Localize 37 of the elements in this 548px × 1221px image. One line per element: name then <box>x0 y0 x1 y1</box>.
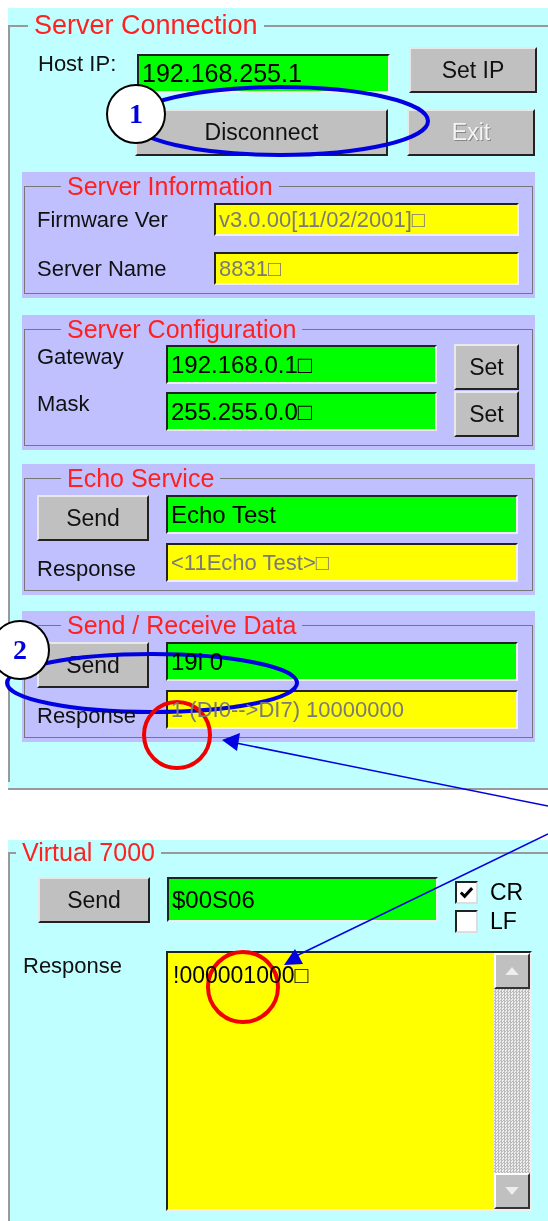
button[interactable]: Set IP <box>409 47 537 93</box>
field-label: Firmware Ver <box>37 208 169 231</box>
checkbox-label: CR <box>490 881 524 904</box>
scrollbar[interactable] <box>494 953 530 1209</box>
group-title: Virtual 7000 <box>21 840 156 865</box>
field-label: Gateway <box>37 346 125 368</box>
button[interactable]: Send <box>37 495 149 541</box>
group-title: Server Configuration <box>66 317 298 342</box>
text-field[interactable]: $00S06 <box>167 877 438 922</box>
field-label: Response <box>37 558 138 580</box>
text-field[interactable]: 255.255.0.0□ <box>166 392 437 431</box>
check-icon <box>459 885 474 900</box>
text-field[interactable]: <11Echo Test>□ <box>166 543 518 582</box>
scroll-down-button[interactable] <box>494 1173 530 1209</box>
group-title: Send / Receive Data <box>66 613 298 638</box>
text-field[interactable]: 8831□ <box>214 252 519 285</box>
field-label: Host IP: <box>38 53 118 75</box>
button[interactable]: Set <box>454 344 519 390</box>
checkbox[interactable] <box>455 881 478 904</box>
group-title: Server Connection <box>33 12 259 39</box>
field-label: Server Name <box>37 257 168 280</box>
text-field[interactable]: Echo Test <box>166 495 518 534</box>
text-field[interactable]: 192.168.255.1 <box>137 54 390 93</box>
field-label: Mask <box>37 393 91 415</box>
checkbox[interactable] <box>455 910 478 933</box>
checkbox-label: LF <box>490 910 517 933</box>
scroll-up-button[interactable] <box>494 953 530 989</box>
button[interactable]: Set <box>454 391 519 437</box>
button[interactable]: Send <box>38 877 150 923</box>
down-arrow-icon <box>505 1187 519 1195</box>
text-field[interactable]: 192.168.0.1□ <box>166 345 437 384</box>
group-title: Server Information <box>66 174 274 199</box>
group-title: Echo Service <box>66 466 216 491</box>
up-arrow-icon <box>505 967 519 975</box>
field-label: Response <box>23 955 124 977</box>
field-label: Response <box>37 705 138 727</box>
text-field[interactable]: v3.0.00[11/02/2001]□ <box>214 203 519 236</box>
